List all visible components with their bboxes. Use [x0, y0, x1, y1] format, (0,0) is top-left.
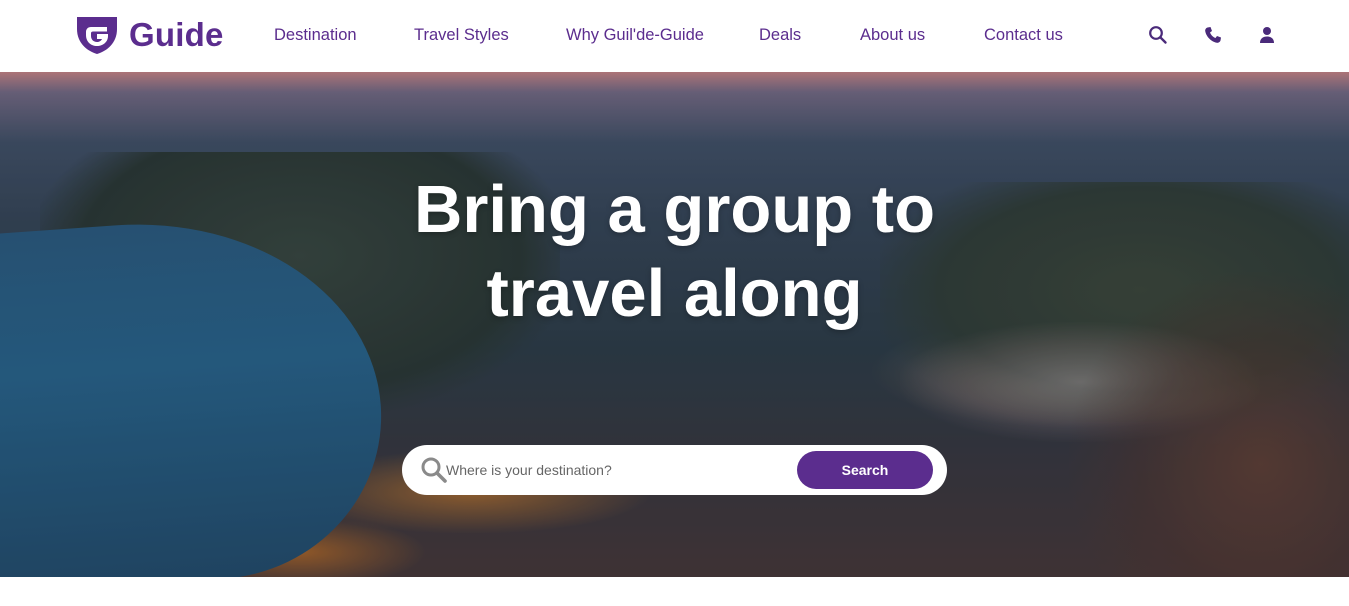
- header-account-button[interactable]: [1256, 24, 1278, 46]
- user-icon: [1260, 27, 1274, 43]
- hero-title-line-1: Bring a group to: [413, 172, 936, 247]
- hero-title: Bring a group to travel along: [0, 168, 1349, 336]
- destination-search-bar: Search: [402, 445, 947, 495]
- search-icon: [421, 457, 447, 483]
- nav-deals[interactable]: Deals: [759, 25, 801, 45]
- search-icon: [1149, 26, 1167, 44]
- nav-contact-us[interactable]: Contact us: [984, 25, 1063, 45]
- destination-search-input[interactable]: [446, 455, 786, 485]
- brand-logo[interactable]: Guide: [75, 15, 224, 55]
- nav-about-us[interactable]: About us: [860, 25, 925, 45]
- site-header: Guide Destination Travel Styles Why Guil…: [0, 0, 1349, 72]
- brand-name: Guide: [129, 16, 224, 53]
- nav-destination[interactable]: Destination: [274, 25, 357, 45]
- shield-logo-icon: [77, 17, 117, 54]
- nav-why-guilde-guide[interactable]: Why Guil'de-Guide: [566, 25, 704, 45]
- hero-title-line-2: travel along: [486, 256, 863, 331]
- phone-icon: [1205, 27, 1221, 43]
- header-search-button[interactable]: [1147, 24, 1169, 46]
- nav-travel-styles[interactable]: Travel Styles: [414, 25, 509, 45]
- hero-section: Bring a group to travel along Search: [0, 72, 1349, 577]
- search-button[interactable]: Search: [797, 451, 933, 489]
- header-phone-button[interactable]: [1202, 24, 1224, 46]
